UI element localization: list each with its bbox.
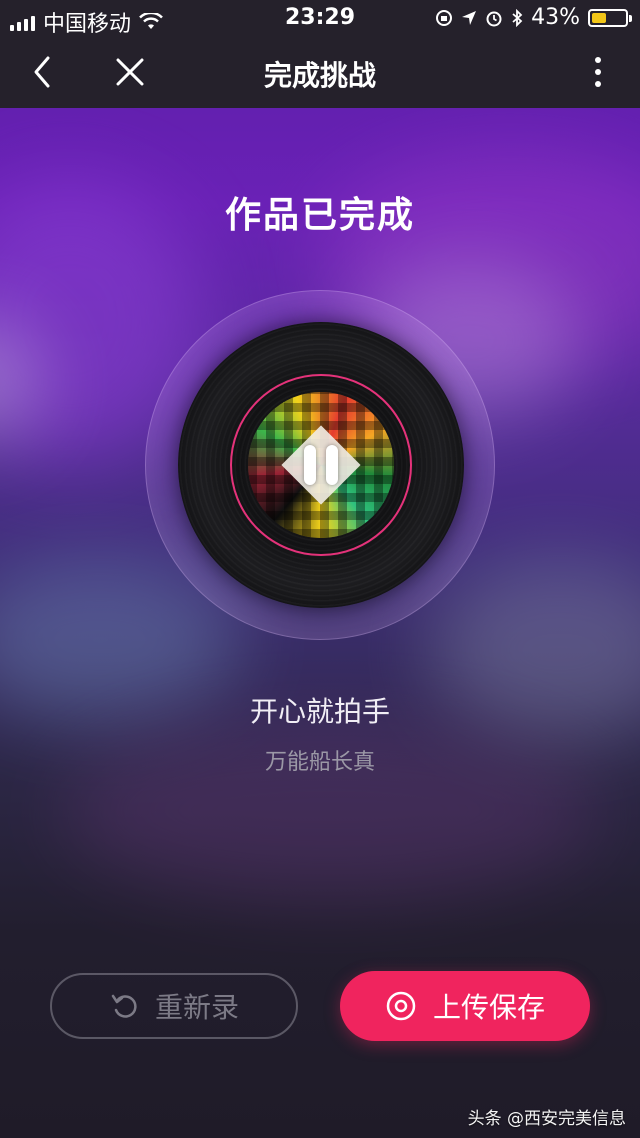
battery-percent: 43% <box>531 5 580 30</box>
more-vertical-icon[interactable] <box>578 52 618 92</box>
nav-bar: 完成挑战 <box>0 36 640 108</box>
alarm-icon <box>486 11 502 26</box>
pause-icon <box>304 445 316 485</box>
song-artist: 万能船长真 <box>264 750 375 775</box>
orientation-lock-icon <box>436 9 453 26</box>
refresh-icon <box>109 990 141 1022</box>
disc-icon <box>385 990 417 1022</box>
location-icon <box>462 10 477 25</box>
status-bar: 中国移动 23:29 43% <box>0 0 640 37</box>
pause-button[interactable] <box>299 443 343 487</box>
upload-save-label: 上传保存 <box>432 991 545 1024</box>
completion-heading: 作品已完成 <box>224 195 415 236</box>
watermark: 头条 @西安完美信息 <box>467 1109 626 1129</box>
vinyl-record <box>178 322 464 608</box>
rerecord-button[interactable]: 重新录 <box>50 973 298 1039</box>
battery-icon <box>588 8 632 27</box>
upload-save-button[interactable]: 上传保存 <box>340 971 590 1041</box>
page-title: 完成挑战 <box>263 59 376 92</box>
song-title: 开心就拍手 <box>249 695 390 728</box>
rerecord-label: 重新录 <box>154 991 239 1024</box>
bluetooth-icon <box>512 8 523 27</box>
